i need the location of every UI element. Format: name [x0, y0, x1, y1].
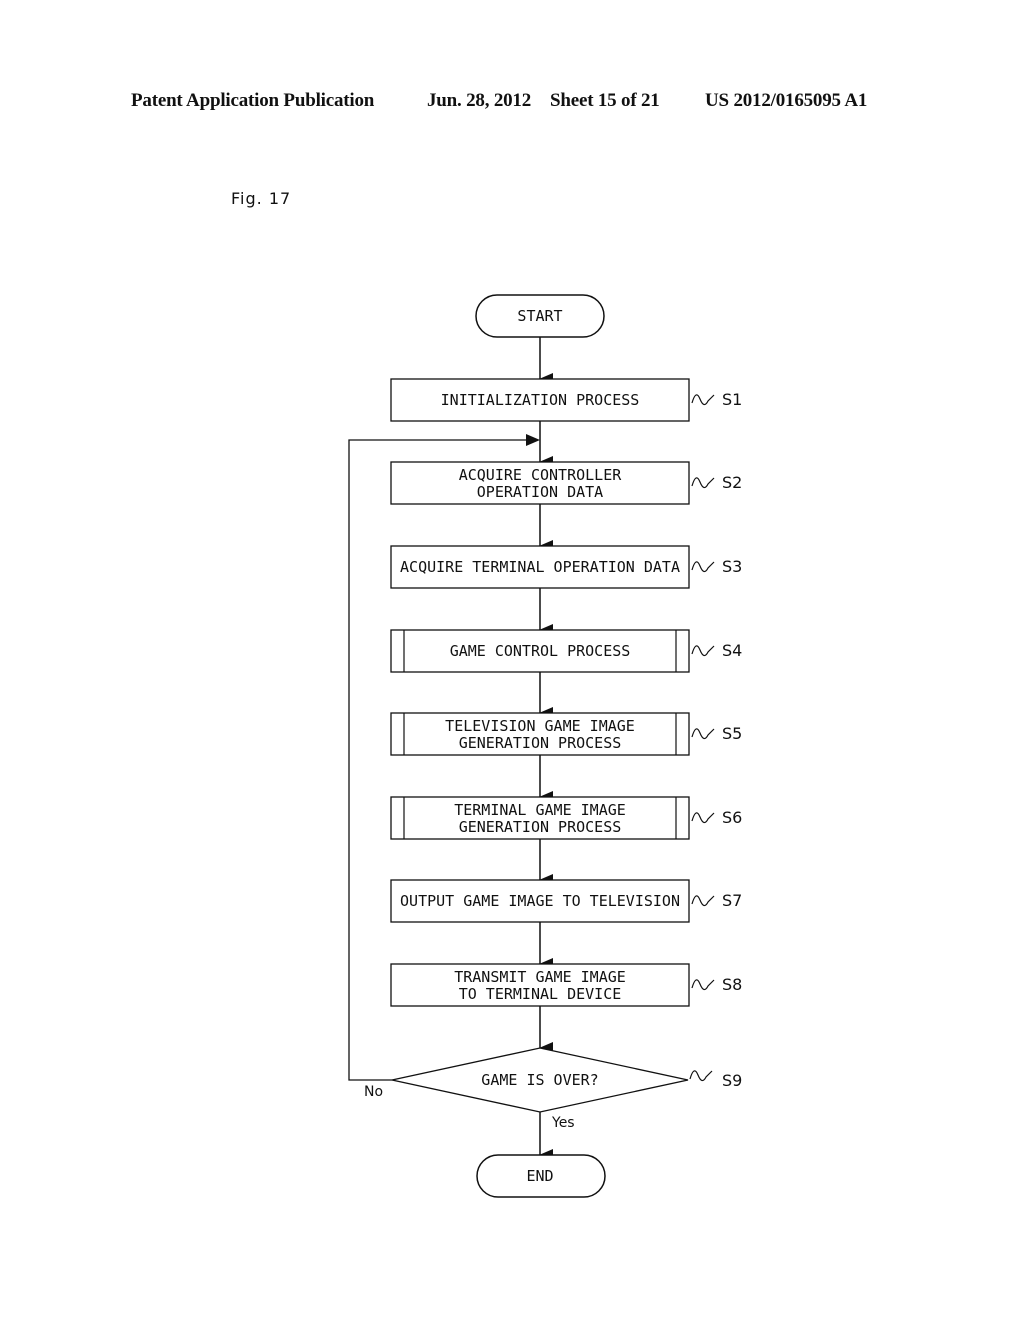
step-id-s8: S8	[722, 975, 742, 994]
loop-back-arrowhead	[526, 434, 540, 446]
step-text-line2: GENERATION PROCESS	[459, 734, 622, 752]
step-text-line1: TERMINAL GAME IMAGE	[454, 801, 626, 819]
step-id-s7: S7	[722, 891, 742, 910]
end-label: END	[526, 1167, 553, 1185]
step-text-line1: ACQUIRE CONTROLLER	[459, 466, 623, 484]
leader-squiggle	[691, 561, 715, 573]
no-label: No	[364, 1084, 383, 1100]
step-text-line1: TELEVISION GAME IMAGE	[445, 717, 635, 735]
step-id-s2: S2	[722, 473, 742, 492]
leader-squiggle	[689, 1070, 713, 1082]
step-text-line2: GENERATION PROCESS	[459, 818, 622, 836]
leader-squiggle	[691, 895, 715, 907]
step-text: GAME CONTROL PROCESS	[450, 642, 631, 660]
step-id-s6: S6	[722, 808, 742, 827]
decision-text: GAME IS OVER?	[481, 1071, 598, 1089]
step-text-line1: TRANSMIT GAME IMAGE	[454, 968, 626, 986]
start-label: START	[517, 307, 562, 325]
step-text-line2: TO TERMINAL DEVICE	[459, 985, 622, 1003]
step-text: ACQUIRE TERMINAL OPERATION DATA	[400, 558, 680, 576]
leader-squiggle	[691, 394, 715, 406]
leader-squiggle	[691, 812, 715, 824]
step-text-line2: OPERATION DATA	[477, 483, 603, 501]
leader-squiggle	[691, 979, 715, 991]
step-id-s4: S4	[722, 641, 742, 660]
yes-label: Yes	[551, 1115, 575, 1131]
leader-squiggle	[691, 728, 715, 740]
step-id-s5: S5	[722, 724, 742, 743]
flowchart: START INITIALIZATION PROCESS S1 ACQUIRE CON…	[348, 294, 742, 1198]
step-id-s9: S9	[722, 1071, 742, 1090]
leader-squiggle	[691, 477, 715, 489]
leader-squiggle	[691, 645, 715, 657]
step-id-s1: S1	[722, 390, 742, 409]
step-text: INITIALIZATION PROCESS	[441, 391, 640, 409]
step-id-s3: S3	[722, 557, 742, 576]
step-text: OUTPUT GAME IMAGE TO TELEVISION	[400, 892, 680, 910]
